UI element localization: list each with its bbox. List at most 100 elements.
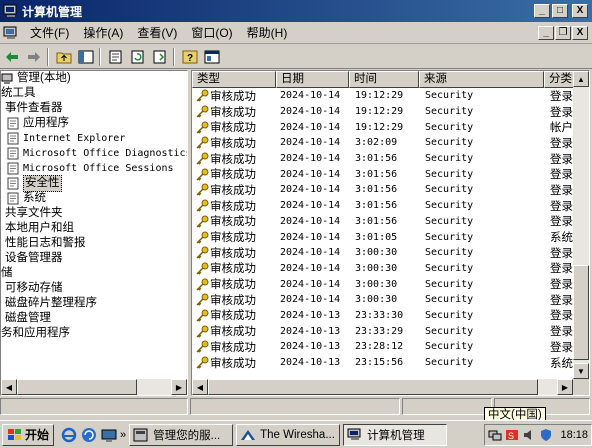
log-icon bbox=[7, 132, 19, 145]
forward-button[interactable] bbox=[24, 47, 44, 67]
tree-item[interactable]: 性能日志和警报 bbox=[1, 236, 187, 251]
mdi-restore-button[interactable]: ❐ bbox=[555, 25, 571, 40]
menu-file[interactable]: 文件(F) bbox=[23, 24, 76, 41]
event-row[interactable]: 审核成功 2024-10-14 3:00:30 Security 登录 bbox=[192, 292, 573, 308]
tree-item[interactable]: Microsoft Office Sessions bbox=[1, 161, 187, 176]
export-list-icon bbox=[153, 50, 166, 63]
scroll-up-icon[interactable]: ▲ bbox=[573, 71, 589, 87]
show-hide-tree-icon bbox=[78, 50, 94, 63]
close-button[interactable]: X bbox=[572, 4, 588, 18]
scroll-left-icon[interactable]: ◀ bbox=[192, 379, 208, 395]
console-button[interactable] bbox=[202, 47, 222, 67]
event-type-label: 审核成功 bbox=[210, 137, 256, 150]
mdi-minimize-button[interactable]: _ bbox=[538, 25, 554, 40]
event-row[interactable]: 审核成功 2024-10-14 3:01:05 Security 系统 bbox=[192, 229, 573, 245]
event-row[interactable]: 审核成功 2024-10-14 19:12:29 Security 登录 bbox=[192, 88, 573, 104]
volume-icon[interactable] bbox=[522, 428, 536, 442]
outlook-icon[interactable] bbox=[80, 426, 98, 444]
scroll-down-icon[interactable]: ▼ bbox=[573, 363, 589, 379]
column-header-date[interactable]: 日期 bbox=[276, 71, 349, 88]
event-type: 审核成功 bbox=[192, 119, 276, 135]
tree-item-label: 应用程序 bbox=[23, 117, 69, 129]
status-cell bbox=[0, 398, 188, 415]
list-horizontal-scrollbar[interactable]: ◀ ▶ bbox=[192, 379, 573, 395]
audit-success-key-icon bbox=[195, 183, 209, 197]
event-row[interactable]: 审核成功 2024-10-14 3:02:09 Security 登录 bbox=[192, 135, 573, 151]
tree-item[interactable]: 设备管理器 bbox=[1, 251, 187, 266]
console-tree-pane[interactable]: 管理(本地) 统工具 事件查看器 应用程序 Internet Explorer Micro… bbox=[0, 70, 188, 396]
list-vertical-scrollbar[interactable]: ▲ ▼ bbox=[573, 71, 589, 379]
refresh-button[interactable] bbox=[128, 47, 148, 67]
language-bar-icon[interactable]: S bbox=[505, 428, 519, 442]
task-button-server-manager[interactable]: 管理您的服... bbox=[129, 423, 234, 446]
log-icon bbox=[7, 192, 19, 205]
minimize-button[interactable]: _ bbox=[534, 4, 550, 18]
tree-item[interactable]: 储 bbox=[1, 266, 187, 281]
tree-item[interactable]: 安全性 bbox=[1, 175, 187, 192]
tree-item[interactable]: 磁盘碎片整理程序 bbox=[1, 296, 187, 311]
tree-item[interactable]: 应用程序 bbox=[1, 116, 187, 131]
event-row[interactable]: 审核成功 2024-10-13 23:28:12 Security 登录 bbox=[192, 339, 573, 355]
event-row[interactable]: 审核成功 2024-10-14 3:01:56 Security 登录 bbox=[192, 182, 573, 198]
security-shield-icon[interactable] bbox=[539, 428, 553, 442]
event-row[interactable]: 审核成功 2024-10-14 3:01:56 Security 登录 bbox=[192, 198, 573, 214]
network-icon[interactable] bbox=[488, 428, 502, 442]
menu-view[interactable]: 查看(V) bbox=[130, 24, 184, 41]
event-row[interactable]: 审核成功 2024-10-14 3:00:30 Security 登录 bbox=[192, 261, 573, 277]
task-button-computer-management[interactable]: 计算机管理 bbox=[343, 423, 448, 446]
column-header-type[interactable]: 类型 bbox=[192, 71, 276, 88]
event-row[interactable]: 审核成功 2024-10-13 23:33:29 Security 登录 bbox=[192, 323, 573, 339]
task-button-wireshark[interactable]: The Wiresha... bbox=[236, 423, 341, 446]
event-row[interactable]: 审核成功 2024-10-14 3:00:30 Security 登录 bbox=[192, 276, 573, 292]
tree-item[interactable]: 共享文件夹 bbox=[1, 206, 187, 221]
show-hide-tree-button[interactable] bbox=[76, 47, 96, 67]
event-type-label: 审核成功 bbox=[210, 310, 256, 323]
mdi-close-button[interactable]: X bbox=[572, 25, 588, 40]
scroll-right-icon[interactable]: ▶ bbox=[557, 379, 573, 395]
scroll-thumb[interactable] bbox=[17, 379, 137, 395]
tree-horizontal-scrollbar[interactable]: ◀ ▶ bbox=[1, 379, 187, 395]
ie-icon[interactable] bbox=[60, 426, 78, 444]
export-list-button[interactable] bbox=[150, 47, 170, 67]
tree-item[interactable]: 系统 bbox=[1, 191, 187, 206]
scroll-thumb[interactable] bbox=[208, 379, 538, 395]
event-list-pane[interactable]: 类型 日期 时间 来源 分类 审核成功 2024-10-14 19:12:29 Sec… bbox=[191, 70, 590, 396]
event-row[interactable]: 审核成功 2024-10-14 19:12:29 Security 帐户 bbox=[192, 119, 573, 135]
tree-item[interactable]: Internet Explorer bbox=[1, 131, 187, 146]
event-row[interactable]: 审核成功 2024-10-13 23:33:30 Security 登录 bbox=[192, 308, 573, 324]
event-row[interactable]: 审核成功 2024-10-14 19:12:29 Security 登录 bbox=[192, 104, 573, 120]
menu-window[interactable]: 窗口(O) bbox=[184, 24, 239, 41]
title-bar[interactable]: 计算机管理 _ □ X bbox=[0, 0, 592, 22]
event-row[interactable]: 审核成功 2024-10-14 3:01:56 Security 登录 bbox=[192, 214, 573, 230]
tree-item[interactable]: Microsoft Office Diagnostics bbox=[1, 146, 187, 161]
properties-button[interactable] bbox=[106, 47, 126, 67]
scroll-right-icon[interactable]: ▶ bbox=[171, 379, 187, 395]
event-row[interactable]: 审核成功 2024-10-14 3:01:56 Security 登录 bbox=[192, 166, 573, 182]
tree-item[interactable]: 管理(本地) bbox=[1, 71, 187, 86]
desktop-icon[interactable] bbox=[100, 426, 118, 444]
event-row[interactable]: 审核成功 2024-10-14 3:01:56 Security 登录 bbox=[192, 151, 573, 167]
scroll-thumb[interactable] bbox=[573, 265, 589, 360]
menu-help[interactable]: 帮助(H) bbox=[240, 24, 295, 41]
tree-item[interactable]: 本地用户和组 bbox=[1, 221, 187, 236]
column-header-source[interactable]: 来源 bbox=[419, 71, 544, 88]
column-header-time[interactable]: 时间 bbox=[349, 71, 419, 88]
help-button[interactable]: ? bbox=[180, 47, 200, 67]
tree-item[interactable]: 磁盘管理 bbox=[1, 311, 187, 326]
clock[interactable]: 18:18 bbox=[560, 429, 588, 441]
event-row[interactable]: 审核成功 2024-10-13 23:15:56 Security 系统 bbox=[192, 355, 573, 371]
tree-item[interactable]: 可移动存储 bbox=[1, 281, 187, 296]
tree-item[interactable]: 统工具 bbox=[1, 86, 187, 101]
maximize-button[interactable]: □ bbox=[552, 4, 568, 18]
scroll-left-icon[interactable]: ◀ bbox=[1, 379, 17, 395]
quick-launch: » bbox=[60, 426, 126, 444]
back-button[interactable] bbox=[2, 47, 22, 67]
tree-item[interactable]: 事件查看器 bbox=[1, 101, 187, 116]
menu-action[interactable]: 操作(A) bbox=[76, 24, 130, 41]
mmc-system-menu-icon[interactable] bbox=[3, 25, 19, 41]
quick-launch-overflow[interactable]: » bbox=[120, 429, 126, 441]
up-one-level-button[interactable] bbox=[54, 47, 74, 67]
start-button[interactable]: 开始 bbox=[2, 423, 55, 446]
event-row[interactable]: 审核成功 2024-10-14 3:00:30 Security 登录 bbox=[192, 245, 573, 261]
tree-item[interactable]: 务和应用程序 bbox=[1, 326, 187, 341]
